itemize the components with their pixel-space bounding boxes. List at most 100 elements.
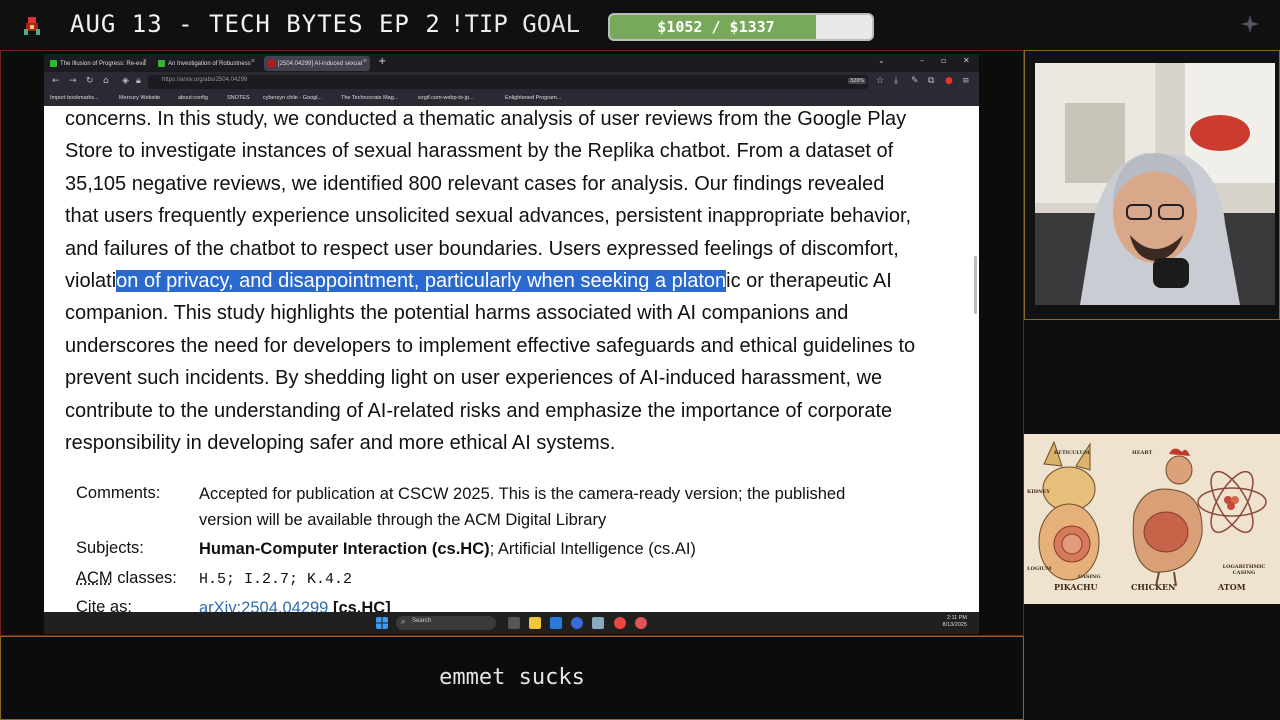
comments-value: Accepted for publication at CSCW 2025. T…: [199, 481, 939, 533]
webcam-feed-image: [1035, 63, 1275, 305]
bookmark-item[interactable]: Mercury Website: [119, 95, 160, 101]
system-clock[interactable]: 2:11 PM 8/13/2025: [943, 615, 967, 629]
app-icon[interactable]: [592, 617, 604, 629]
stream-title: AUG 13 - TECH BYTES EP 2: [70, 10, 441, 38]
arxiv-id-link[interactable]: arXiv:2504.04299: [199, 599, 328, 612]
mail-app-icon[interactable]: [550, 617, 562, 629]
wrench-icon[interactable]: ✎: [911, 76, 919, 86]
reload-icon[interactable]: ↻: [86, 76, 94, 86]
list-tabs-chevron-icon[interactable]: ⌄: [878, 56, 885, 65]
caption-panel: emmet sucks: [0, 636, 1024, 720]
abstract-text: concerns. In this study, we conducted a …: [65, 106, 965, 459]
task-view-icon[interactable]: [508, 617, 520, 629]
bookmark-item[interactable]: The Technocrats Mag...: [341, 95, 398, 101]
bookmarks-toolbar: Import bookmarks... Mercury Website abou…: [44, 92, 979, 106]
art-annotation: KIDNEY: [1027, 489, 1050, 495]
subjects-label: Subjects:: [76, 539, 144, 557]
cite-category: [cs.HC]: [332, 599, 391, 612]
art-caption: CHICKEN: [1131, 582, 1176, 592]
browser-tab-bar: The Illusion of Progress: Re-eva × An In…: [44, 54, 979, 72]
minimize-icon[interactable]: –: [920, 56, 924, 65]
acm-label-rest: classes:: [112, 569, 177, 587]
new-tab-button[interactable]: +: [378, 56, 386, 67]
selected-text-highlight: on of privacy, and disappointment, parti…: [116, 270, 727, 293]
empty-panel: [1024, 320, 1280, 434]
download-icon[interactable]: ⤓: [894, 76, 898, 86]
tip-goal-progress-bar: $1052 / $1337: [608, 13, 874, 41]
tab-label: [2504.04299] AI-induced sexual: [278, 60, 363, 67]
comments-line: Accepted for publication at CSCW 2025. T…: [199, 485, 846, 503]
record-icon[interactable]: ●: [945, 76, 953, 86]
taskbar-search-box[interactable]: ⌕ Search: [396, 616, 496, 630]
arxiv-favicon-icon: [268, 60, 275, 67]
abstract-line: that users frequently experience unsolic…: [65, 205, 912, 228]
taskbar-search-label: Search: [412, 618, 432, 624]
maximize-icon[interactable]: ▫: [941, 56, 946, 65]
search-icon: ⌕: [401, 617, 406, 626]
art-annotation: CASING: [1078, 574, 1101, 580]
comments-line: version will be available through the AC…: [199, 511, 607, 529]
bookmark-item[interactable]: about:config: [178, 95, 208, 101]
browser-tab[interactable]: The Illusion of Progress: Re-eva ×: [46, 56, 150, 71]
extensions-icon[interactable]: ⧉: [928, 76, 934, 86]
cite-as-label: Cite as:: [76, 598, 132, 612]
windows-taskbar: ⌕ Search 2:11 PM 8/13/2025: [44, 612, 979, 634]
abstract-line: companion. This study highlights the pot…: [65, 302, 849, 325]
stream-top-bar: AUG 13 - TECH BYTES EP 2 !TIP GOAL $1052…: [0, 0, 1280, 50]
chrome-icon[interactable]: [614, 617, 626, 629]
tab-label: The Illusion of Progress: Re-eva: [60, 60, 146, 67]
cite-as-value: arXiv:2504.04299 [cs.HC]: [199, 595, 939, 612]
browser-app-icon[interactable]: [571, 617, 583, 629]
abstract-line: prevent such incidents. By shedding ligh…: [65, 367, 883, 390]
url-text: https://arxiv.org/abs/2504.04299: [162, 77, 248, 83]
bookmark-item[interactable]: Import bookmarks...: [50, 95, 99, 101]
acm-classes-value: H.5; I.2.7; K.4.2: [199, 571, 353, 588]
primary-subject: Human-Computer Interaction (cs.HC): [199, 540, 490, 558]
abstract-segment: ic or therapeutic AI: [726, 270, 892, 293]
forward-arrow-icon[interactable]: →: [69, 76, 77, 86]
close-tab-icon[interactable]: ×: [363, 58, 367, 65]
bookmark-item[interactable]: SNOTES: [227, 95, 250, 101]
browser-tab-active[interactable]: [2504.04299] AI-induced sexual ×: [264, 56, 370, 71]
abstract-line: concerns. In this study, we conducted a …: [65, 108, 907, 130]
browser-tab[interactable]: An Investigation of Robustness ×: [154, 56, 258, 71]
bookmark-star-icon[interactable]: ☆: [876, 76, 884, 86]
arxiv-page: concerns. In this study, we conducted a …: [44, 106, 979, 612]
abstract-segment: violati: [65, 270, 117, 293]
obs-icon[interactable]: [635, 617, 647, 629]
anatomy-art-panel: PIKACHU CHICKEN ATOM RETICULUM HEART KID…: [1024, 434, 1280, 604]
anatomy-illustration-image: [1024, 434, 1280, 604]
tip-goal-amount: $1052 / $1337: [657, 18, 775, 36]
abstract-line: responsibility in developing safer and m…: [65, 432, 616, 455]
art-annotation: LOGARITHMIC CASING: [1222, 564, 1266, 576]
bookmark-item[interactable]: Enlightened Program...: [505, 95, 561, 101]
comments-label: Comments:: [76, 484, 161, 502]
tab-label: An Investigation of Robustness: [168, 60, 251, 67]
abstract-line: violation of privacy, and disappointment…: [65, 265, 965, 297]
abstract-line: and failures of the chatbot to respect u…: [65, 237, 899, 260]
file-explorer-icon[interactable]: [529, 617, 541, 629]
acm-abbreviation: ACM: [76, 569, 113, 587]
shield-icon[interactable]: ◈: [122, 76, 129, 86]
bookmark-item[interactable]: cybersyn chile - Googl...: [263, 95, 322, 101]
back-arrow-icon[interactable]: ←: [52, 76, 60, 86]
zoom-level-badge[interactable]: 320%: [848, 78, 867, 84]
browser-nav-bar: ← → ↻ ⌂ ◈ 🔒︎ https://arxiv.org/abs/2504.…: [44, 72, 979, 92]
windows-start-icon[interactable]: [376, 617, 388, 629]
art-caption: PIKACHU: [1054, 582, 1098, 592]
art-caption: ATOM: [1218, 582, 1246, 592]
clock-date: 8/13/2025: [942, 622, 967, 628]
art-annotation: RETICULUM: [1054, 450, 1090, 456]
page-scrollbar-thumb[interactable]: [974, 256, 977, 314]
close-tab-icon[interactable]: ×: [251, 58, 255, 65]
secondary-subjects: ; Artificial Intelligence (cs.AI): [489, 540, 696, 558]
home-icon[interactable]: ⌂: [103, 76, 109, 86]
close-tab-icon[interactable]: ×: [143, 58, 147, 65]
clock-time: 2:11 PM: [946, 615, 967, 621]
browser-window: The Illusion of Progress: Re-eva × An In…: [44, 54, 979, 634]
abstract-line: 35,105 negative reviews, we identified 8…: [65, 172, 885, 195]
bookmark-item[interactable]: ezgif.com-webp-to-jp...: [418, 95, 474, 101]
address-bar[interactable]: https://arxiv.org/abs/2504.04299 320%: [148, 75, 868, 89]
close-window-icon[interactable]: ✕: [963, 56, 970, 65]
menu-icon[interactable]: ≡: [962, 76, 970, 86]
